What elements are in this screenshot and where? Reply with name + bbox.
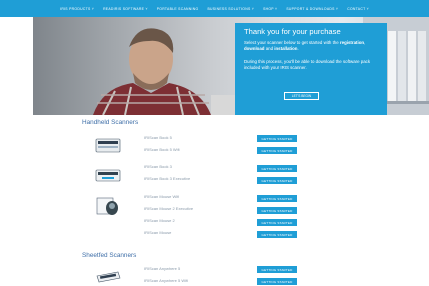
- nav-shop[interactable]: SHOP ˅: [263, 7, 277, 11]
- product-book-3-executive[interactable]: IRIScan Book 3 Executive: [144, 176, 190, 181]
- scanner-book-5-image[interactable]: [94, 135, 122, 155]
- nav-support-downloads[interactable]: SUPPORT & DOWNLOADS ˅: [286, 7, 338, 11]
- scanner-mouse-image[interactable]: [94, 196, 122, 216]
- product-book-5[interactable]: IRIScan Book 5: [144, 135, 172, 140]
- getting-started-button-book-5-wifi[interactable]: GETTING STARTED: [257, 147, 297, 154]
- hero-title: Thank you for your purchase: [244, 27, 341, 36]
- scanner-anywhere-5-image[interactable]: [94, 266, 122, 286]
- product-mouse[interactable]: IRIScan Mouse: [144, 230, 171, 235]
- getting-started-button-anywhere-5[interactable]: GETTING STARTED: [257, 266, 297, 273]
- getting-started-button-mouse-wifi[interactable]: GETTING STARTED: [257, 195, 297, 202]
- nav-business-solutions[interactable]: BUSINESS SOLUTIONS ˅: [207, 7, 254, 11]
- section-title-sheetfed: Sheetfed Scanners: [82, 252, 137, 259]
- getting-started-button-book-5[interactable]: GETTING STARTED: [257, 135, 297, 142]
- scanner-book-3-image[interactable]: [94, 165, 122, 185]
- product-mouse-wifi[interactable]: IRIScan Mouse Wifi: [144, 194, 179, 199]
- nav-readiris-software[interactable]: READIRIS SOFTWARE ˅: [103, 7, 148, 11]
- getting-started-button-mouse-2-executive[interactable]: GETTING STARTED: [257, 207, 297, 214]
- getting-started-button-book-3-executive[interactable]: GETTING STARTED: [257, 177, 297, 184]
- section-title-handheld: Handheld Scanners: [82, 119, 139, 126]
- lets-begin-button[interactable]: LET'S BEGIN: [284, 92, 319, 100]
- nav-iris-products[interactable]: IRIS PRODUCTS ˅: [60, 7, 94, 11]
- product-mouse-2-executive[interactable]: IRIScan Mouse 2 Executive: [144, 206, 193, 211]
- top-nav: IRIS PRODUCTS ˅ READIRIS SOFTWARE ˅ PORT…: [0, 0, 429, 17]
- getting-started-button-mouse[interactable]: GETTING STARTED: [257, 231, 297, 238]
- product-anywhere-5[interactable]: IRIScan Anywhere 5: [144, 266, 180, 271]
- getting-started-button-anywhere-5-wifi[interactable]: GETTING STARTED: [257, 278, 297, 285]
- hero-paragraph-1: Select your scanner below to get started…: [244, 40, 366, 52]
- nav-contact[interactable]: CONTACT ˅: [347, 7, 369, 11]
- getting-started-button-mouse-2[interactable]: GETTING STARTED: [257, 219, 297, 226]
- product-mouse-2[interactable]: IRIScan Mouse 2: [144, 218, 175, 223]
- product-book-5-wifi[interactable]: IRIScan Book 5 Wifi: [144, 147, 180, 152]
- getting-started-button-book-3[interactable]: GETTING STARTED: [257, 165, 297, 172]
- product-book-3[interactable]: IRIScan Book 3: [144, 164, 172, 169]
- hero-paragraph-2: During this process, you'll be able to d…: [244, 59, 371, 71]
- nav-portable-scanning[interactable]: PORTABLE SCANNING: [157, 7, 199, 11]
- product-anywhere-5-wifi[interactable]: IRIScan Anywhere 5 Wifi: [144, 278, 188, 283]
